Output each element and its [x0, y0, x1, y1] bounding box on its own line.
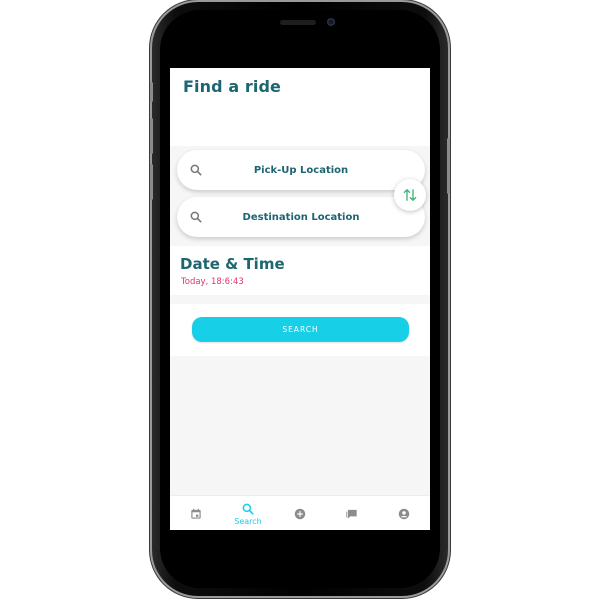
pickup-location-field[interactable]: Pick-Up Location — [177, 150, 425, 190]
date-time-section[interactable]: Date & Time Today, 18:6:43 — [170, 246, 430, 295]
power-button — [447, 138, 450, 194]
nav-item-add[interactable] — [274, 496, 326, 530]
calendar-icon — [191, 508, 201, 519]
nav-item-search-label: Search — [234, 516, 262, 526]
stage: Find a ride Pick-Up Location Destination… — [0, 0, 600, 600]
app-screen: Find a ride Pick-Up Location Destination… — [170, 68, 430, 530]
page-title: Find a ride — [183, 77, 281, 96]
destination-location-label: Destination Location — [242, 211, 360, 223]
search-section: SEARCH — [170, 304, 430, 356]
earpiece-speaker — [280, 20, 316, 25]
destination-location-field[interactable]: Destination Location — [177, 197, 425, 237]
volume-down-button — [150, 164, 153, 200]
account-icon — [398, 508, 410, 519]
nav-item-messages[interactable] — [326, 496, 378, 530]
add-circle-icon — [294, 508, 306, 519]
search-icon — [190, 211, 202, 223]
date-time-title: Date & Time — [180, 255, 285, 273]
nav-item-account[interactable] — [378, 496, 430, 530]
search-icon — [190, 164, 202, 176]
pickup-location-label: Pick-Up Location — [253, 164, 349, 176]
search-button[interactable]: SEARCH — [192, 317, 409, 342]
chat-icon — [346, 509, 357, 519]
search-icon — [242, 503, 254, 514]
volume-up-button — [150, 118, 153, 154]
date-time-value: Today, 18:6:43 — [181, 277, 244, 287]
page-header: Find a ride — [170, 68, 430, 146]
swap-locations-button[interactable] — [394, 179, 426, 211]
swap-vertical-icon — [403, 189, 417, 201]
silent-switch — [150, 82, 153, 102]
front-camera — [327, 18, 335, 26]
nav-item-search[interactable]: Search — [222, 496, 274, 530]
nav-item-calendar[interactable] — [170, 496, 222, 530]
location-section: Pick-Up Location Destination Location — [170, 146, 430, 244]
bottom-navigation: Search — [170, 495, 430, 530]
